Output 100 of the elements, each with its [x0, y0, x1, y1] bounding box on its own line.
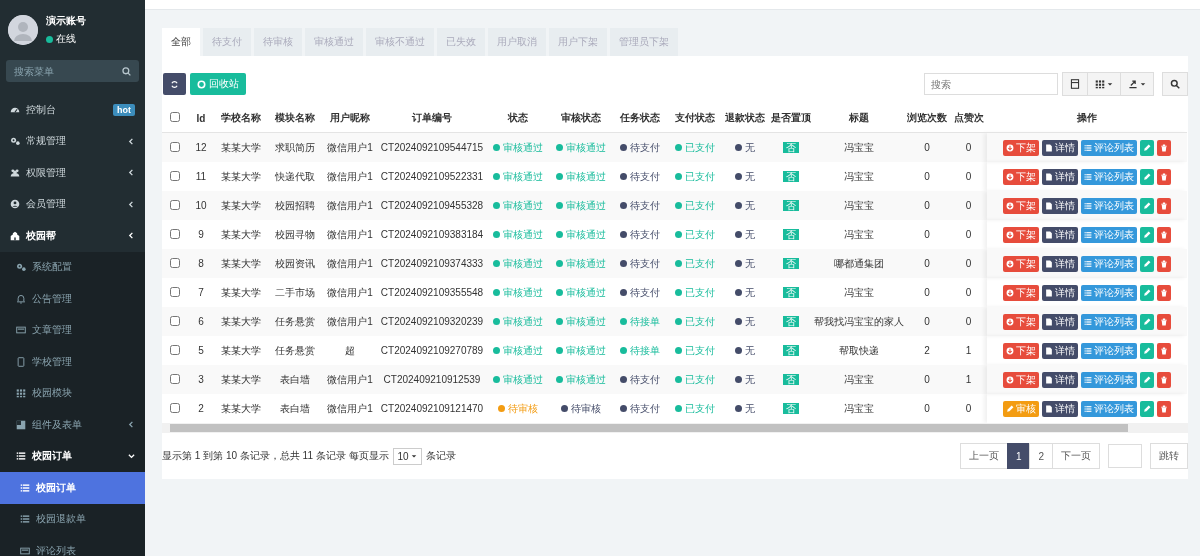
sidebar-item[interactable]: 校园模块: [0, 377, 145, 409]
tab[interactable]: 全部: [162, 28, 200, 56]
delete-button[interactable]: [1157, 313, 1171, 330]
page-button[interactable]: 1: [1006, 443, 1031, 469]
delete-button[interactable]: [1157, 342, 1171, 359]
page-size-select[interactable]: 10: [392, 447, 422, 465]
search-field[interactable]: 搜索菜单: [6, 60, 139, 82]
status-label: 审核通过: [493, 285, 543, 300]
page-number-field[interactable]: [1108, 444, 1142, 468]
export-button[interactable]: [1121, 72, 1154, 96]
status-label: 审核通过: [556, 169, 606, 184]
detail-button[interactable]: 详情: [1042, 400, 1078, 417]
sidebar-item[interactable]: 文章管理: [0, 314, 145, 346]
row-checkbox[interactable]: [170, 315, 180, 326]
row-checkbox[interactable]: [170, 199, 180, 210]
sidebar-item[interactable]: 公告管理: [0, 283, 145, 315]
scrollbar[interactable]: [162, 423, 1188, 433]
row-checkbox[interactable]: [170, 373, 180, 384]
detail-button[interactable]: 详情: [1042, 226, 1078, 243]
delete-button[interactable]: [1157, 371, 1171, 388]
edit-button[interactable]: [1140, 342, 1154, 359]
jump-button[interactable]: 跳转: [1150, 443, 1188, 469]
edit-button[interactable]: [1140, 255, 1154, 272]
table-cell: 超: [345, 344, 355, 356]
takedown-button[interactable]: 下架: [1003, 371, 1039, 388]
takedown-button[interactable]: 下架: [1003, 197, 1039, 214]
sidebar-item[interactable]: 权限管理: [0, 157, 145, 189]
table-cell: 帮取快递: [839, 344, 879, 356]
refresh-button[interactable]: [163, 73, 186, 95]
takedown-button[interactable]: 下架: [1003, 255, 1039, 272]
detail-button[interactable]: 详情: [1042, 197, 1078, 214]
delete-button[interactable]: [1157, 226, 1171, 243]
table-cell: 7: [198, 287, 204, 298]
takedown-button[interactable]: 下架: [1003, 168, 1039, 185]
page-button[interactable]: 2: [1029, 443, 1053, 469]
castle-icon: [10, 230, 20, 241]
sidebar-item[interactable]: 控制台 hot: [0, 94, 145, 126]
status-label: 审核通过: [556, 198, 606, 213]
sidebar-item[interactable]: 常规管理: [0, 125, 145, 157]
avatar: [8, 15, 38, 45]
table-cell: 0: [924, 200, 930, 211]
detail-button[interactable]: 详情: [1042, 255, 1078, 272]
takedown-button[interactable]: 下架: [1003, 226, 1039, 243]
pinned-tag: 否: [783, 402, 799, 414]
edit-button[interactable]: [1140, 284, 1154, 301]
delete-button[interactable]: [1157, 168, 1171, 185]
edit-button[interactable]: [1140, 400, 1154, 417]
select-all-checkbox[interactable]: [170, 112, 180, 122]
takedown-button[interactable]: 下架: [1003, 284, 1039, 301]
delete-button[interactable]: [1157, 255, 1171, 272]
detail-button[interactable]: 详情: [1042, 139, 1078, 156]
delete-button[interactable]: [1157, 197, 1171, 214]
sidebar-item[interactable]: 评论列表: [0, 535, 145, 556]
row-checkbox[interactable]: [170, 286, 180, 297]
edit-button[interactable]: [1140, 197, 1154, 214]
prev-page-button[interactable]: 上一页: [959, 443, 1008, 469]
detail-button[interactable]: 详情: [1042, 168, 1078, 185]
table-cell: 冯宝宝: [844, 141, 874, 153]
sidebar-item[interactable]: 系统配置: [0, 251, 145, 283]
edit-button[interactable]: [1140, 371, 1154, 388]
takedown-button[interactable]: 下架: [1003, 139, 1039, 156]
edit-button[interactable]: [1140, 226, 1154, 243]
sidebar-item[interactable]: 组件及表单: [0, 409, 145, 441]
sidebar-item[interactable]: 学校管理: [0, 346, 145, 378]
sidebar-item[interactable]: 会员管理: [0, 188, 145, 220]
sidebar-item[interactable]: 校园订单: [0, 440, 145, 472]
row-checkbox[interactable]: [170, 170, 180, 181]
pencil-icon: [1143, 288, 1151, 297]
columns-button[interactable]: [1088, 72, 1121, 96]
delete-button[interactable]: [1157, 400, 1171, 417]
search-button[interactable]: [1162, 72, 1188, 96]
detail-button[interactable]: 详情: [1042, 371, 1078, 388]
list-icon: [1084, 143, 1092, 152]
edit-button[interactable]: [1140, 139, 1154, 156]
edit-button[interactable]: [1140, 168, 1154, 185]
table-cell: 微信用户1: [327, 228, 373, 240]
toggle-view-button[interactable]: [1062, 72, 1088, 96]
sidebar-item[interactable]: 校园帮: [0, 220, 145, 252]
row-checkbox[interactable]: [170, 228, 180, 239]
detail-button[interactable]: 详情: [1042, 313, 1078, 330]
table-cell: CT2024092109544715: [380, 142, 484, 153]
edit-button[interactable]: [1140, 313, 1154, 330]
detail-button[interactable]: 详情: [1042, 342, 1078, 359]
sidebar-item[interactable]: 校园退款单: [0, 503, 145, 535]
delete-button[interactable]: [1157, 139, 1171, 156]
row-checkbox[interactable]: [170, 344, 180, 355]
sidebar-item[interactable]: 校园订单: [0, 472, 145, 504]
row-checkbox[interactable]: [170, 257, 180, 268]
delete-button[interactable]: [1157, 284, 1171, 301]
takedown-button[interactable]: 下架: [1003, 313, 1039, 330]
search-field[interactable]: 搜索: [924, 73, 1058, 95]
table-cell: 0: [924, 258, 930, 269]
status-label: 无: [735, 169, 755, 184]
detail-button[interactable]: 详情: [1042, 284, 1078, 301]
takedown-button[interactable]: 下架: [1003, 342, 1039, 359]
next-page-button[interactable]: 下一页: [1052, 443, 1100, 469]
gears-icon: [16, 262, 26, 273]
table-cell: 0: [924, 229, 930, 240]
row-checkbox[interactable]: [170, 402, 180, 413]
row-checkbox[interactable]: [170, 141, 180, 152]
